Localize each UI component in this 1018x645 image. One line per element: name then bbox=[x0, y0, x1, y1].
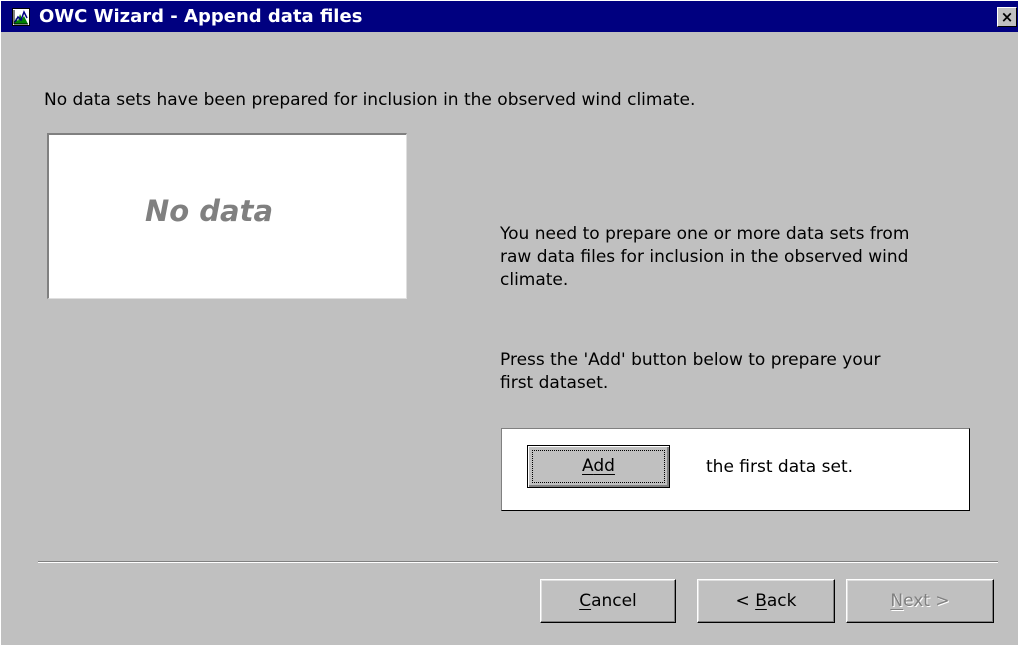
add-button-label: Add bbox=[582, 456, 615, 476]
close-button[interactable]: × bbox=[997, 7, 1017, 27]
data-preview-panel: No data bbox=[47, 133, 407, 299]
back-prefix: < bbox=[735, 591, 756, 611]
footer-separator bbox=[38, 561, 998, 563]
next-button[interactable]: Next > bbox=[846, 579, 994, 623]
wizard-window: OWC Wizard - Append data files × No data… bbox=[0, 0, 1018, 645]
cancel-button[interactable]: Cancel bbox=[540, 579, 676, 623]
cancel-mnemonic: C bbox=[579, 591, 592, 611]
owc-chart-icon[interactable] bbox=[12, 8, 30, 26]
add-button[interactable]: Add bbox=[527, 445, 670, 488]
intro-message: No data sets have been prepared for incl… bbox=[44, 90, 696, 110]
next-label: ext > bbox=[903, 591, 950, 611]
cancel-label: ancel bbox=[591, 591, 637, 611]
back-label: ack bbox=[766, 591, 797, 611]
window-title: OWC Wizard - Append data files bbox=[39, 6, 363, 27]
add-button-caption: the first data set. bbox=[706, 457, 854, 477]
close-icon: × bbox=[1000, 8, 1014, 26]
back-mnemonic: B bbox=[755, 591, 767, 611]
next-mnemonic: N bbox=[890, 591, 904, 611]
no-data-placeholder: No data bbox=[145, 194, 274, 228]
title-bar[interactable]: OWC Wizard - Append data files × bbox=[1, 1, 1018, 32]
press-add-instructions: Press the 'Add' button below to prepare … bbox=[500, 350, 881, 393]
back-button[interactable]: < Back bbox=[697, 579, 835, 623]
prepare-instructions: You need to prepare one or more data set… bbox=[500, 224, 910, 290]
add-dataset-panel: Add the first data set. bbox=[501, 428, 970, 511]
